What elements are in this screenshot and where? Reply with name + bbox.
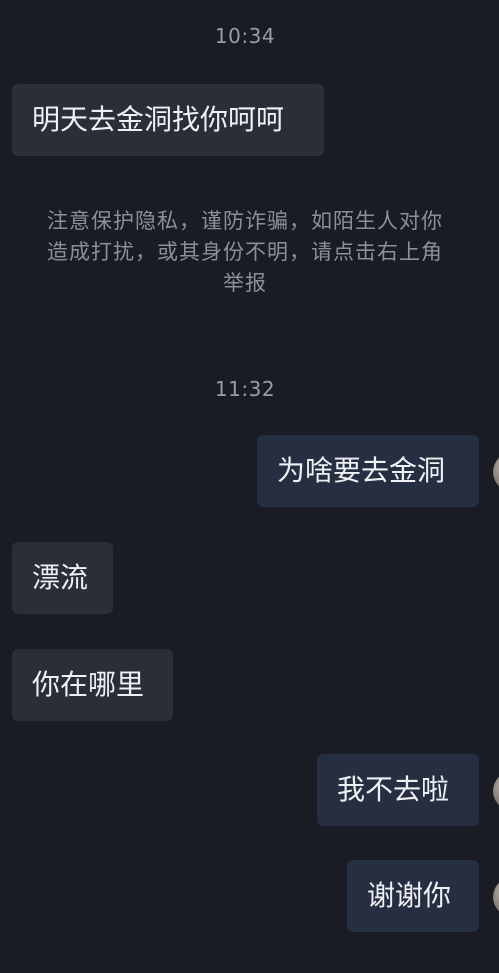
incoming-message-bubble[interactable]: 漂流 (12, 542, 113, 614)
privacy-notice-line: 注意保护隐私，谨防诈骗，如陌生人对你 (47, 209, 443, 233)
incoming-message-bubble[interactable]: 你在哪里 (12, 649, 173, 721)
user-avatar[interactable] (493, 877, 499, 917)
outgoing-message-bubble[interactable]: 谢谢你 (347, 860, 479, 932)
incoming-message-bubble[interactable]: 明天去金洞找你呵呵 (12, 84, 324, 156)
outgoing-message-bubble[interactable]: 为啥要去金洞 (257, 435, 479, 507)
privacy-notice[interactable]: 注意保护隐私，谨防诈骗，如陌生人对你 造成打扰，或其身份不明，请点击右上角 举报 (20, 206, 470, 299)
user-avatar[interactable] (493, 452, 499, 492)
user-avatar[interactable] (493, 771, 499, 811)
outgoing-message-bubble[interactable]: 我不去啦 (317, 754, 479, 826)
timestamp: 10:34 (214, 24, 276, 48)
timestamp: 11:32 (214, 377, 276, 401)
chat-screen: 10:34 明天去金洞找你呵呵 注意保护隐私，谨防诈骗，如陌生人对你 造成打扰，… (0, 0, 499, 973)
privacy-notice-line: 造成打扰，或其身份不明，请点击右上角 (47, 240, 443, 264)
privacy-notice-line: 举报 (223, 271, 267, 295)
